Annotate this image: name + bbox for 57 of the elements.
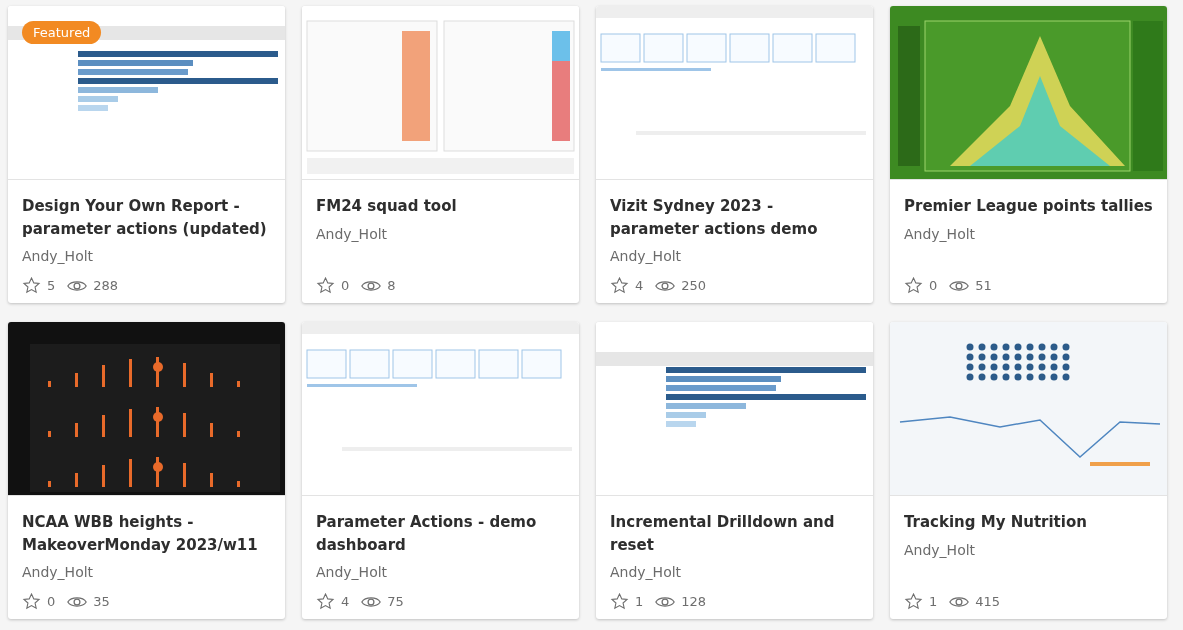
star-icon[interactable] <box>904 276 923 295</box>
author-name[interactable]: Andy_Holt <box>22 248 271 264</box>
view-count: 288 <box>93 278 119 293</box>
card-title[interactable]: Design Your Own Report - parameter actions (updated) <box>22 195 271 240</box>
viz-card[interactable]: Incremental Drilldown and reset Andy_Holt 1 128 <box>596 322 873 619</box>
viz-card[interactable]: NCAA WBB heights - MakeoverMonday 2023/w11 Andy_Holt 0 35 <box>8 322 285 619</box>
favorite-count: 1 <box>635 594 644 609</box>
favorite-count: 0 <box>47 594 56 609</box>
author-name[interactable]: Andy_Holt <box>22 564 271 580</box>
star-icon[interactable] <box>610 276 629 295</box>
favorite-count: 5 <box>47 278 56 293</box>
viz-card[interactable]: Vizit Sydney 2023 - parameter actions demo Andy_Holt 4 250 <box>596 6 873 303</box>
view-count: 75 <box>387 594 404 609</box>
card-title[interactable]: Premier League points tallies <box>904 195 1153 218</box>
favorite-count: 0 <box>341 278 350 293</box>
card-title[interactable]: NCAA WBB heights - MakeoverMonday 2023/w11 <box>22 511 271 556</box>
view-count: 415 <box>975 594 1001 609</box>
favorite-count: 4 <box>635 278 644 293</box>
author-name[interactable]: Andy_Holt <box>316 225 565 242</box>
eye-icon <box>67 594 88 609</box>
eye-icon <box>361 278 382 293</box>
favorite-count: 4 <box>341 594 350 609</box>
author-name[interactable]: Andy_Holt <box>610 248 859 264</box>
view-count: 8 <box>387 278 396 293</box>
card-title[interactable]: FM24 squad tool <box>316 195 565 218</box>
star-icon[interactable] <box>22 276 41 295</box>
eye-icon <box>655 278 676 293</box>
star-icon[interactable] <box>316 276 335 295</box>
eye-icon <box>655 594 676 609</box>
view-count: 128 <box>681 594 707 609</box>
viz-card[interactable]: Parameter Actions - demo dashboard Andy_Holt 4 75 <box>302 322 579 619</box>
author-name[interactable]: Andy_Holt <box>610 564 859 580</box>
viz-card[interactable]: FM24 squad tool Andy_Holt 0 8 <box>302 6 579 303</box>
card-title[interactable]: Parameter Actions - demo dashboard <box>316 511 565 556</box>
author-name[interactable]: Andy_Holt <box>316 564 565 580</box>
star-icon[interactable] <box>610 592 629 611</box>
eye-icon <box>67 278 88 293</box>
view-count: 250 <box>681 278 707 293</box>
star-icon[interactable] <box>22 592 41 611</box>
viz-card[interactable]: Tracking My Nutrition Andy_Holt 1 415 <box>890 322 1167 619</box>
eye-icon <box>949 278 970 293</box>
star-icon[interactable] <box>316 592 335 611</box>
featured-badge: Featured <box>22 21 102 44</box>
star-icon[interactable] <box>904 592 923 611</box>
viz-card[interactable]: Featured Design Your Own Report - parameter actions (updated) Andy_Holt 5 288 <box>8 6 285 303</box>
author-name[interactable]: Andy_Holt <box>904 225 1153 242</box>
card-title[interactable]: Incremental Drilldown and reset <box>610 511 859 556</box>
view-count: 35 <box>93 594 110 609</box>
view-count: 51 <box>975 278 992 293</box>
favorite-count: 0 <box>929 278 938 293</box>
eye-icon <box>361 594 382 609</box>
favorite-count: 1 <box>929 594 938 609</box>
author-name[interactable]: Andy_Holt <box>904 541 1153 558</box>
viz-card[interactable]: Premier League points tallies Andy_Holt 0 51 <box>890 6 1167 303</box>
card-title[interactable]: Tracking My Nutrition <box>904 511 1153 534</box>
eye-icon <box>949 594 970 609</box>
card-title[interactable]: Vizit Sydney 2023 - parameter actions demo <box>610 195 859 240</box>
